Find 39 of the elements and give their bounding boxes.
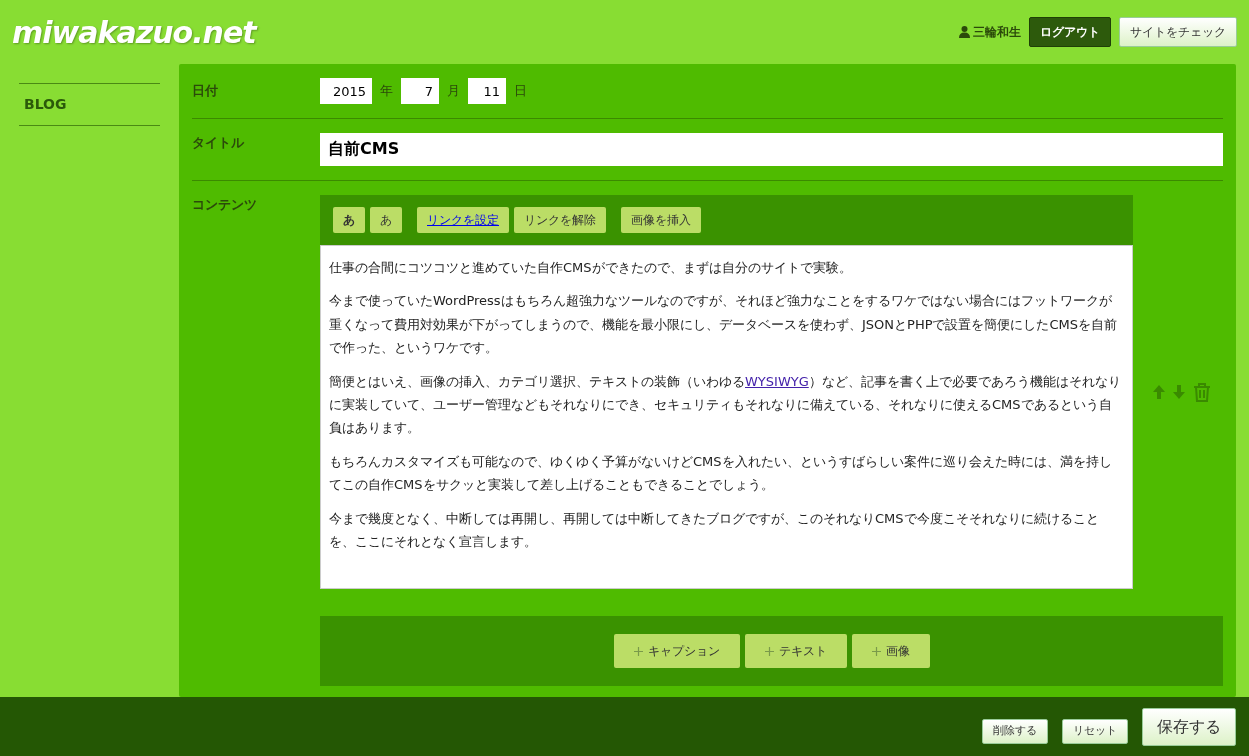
toolbar-button[interactable]: あ [370,207,402,233]
save-button[interactable]: 保存する [1142,707,1236,746]
paragraph: 簡便とはいえ、画像の挿入、カテゴリ選択、テキストの装飾（いわゆるWYSIWYG）など、記事を書く上で必要であろう機能はそれなりに実装していて、ユーザー管理などもそれなりにでき、セキュリティもそれなりに備えている、それなりに使えるCMSであるという自負はあります。 [329,372,1122,438]
plus-icon [871,646,881,656]
arrow-down-icon[interactable] [1173,385,1185,399]
content-editor[interactable] [320,245,1133,589]
logout-button[interactable]: ログアウト [1029,17,1111,47]
reset-button[interactable]: リセット [1062,719,1128,744]
unit-label: 月 [447,82,460,101]
unit-label: 日 [514,82,527,101]
field-label: コンテンツ [192,196,258,214]
unit-label: 年 [380,82,393,101]
link[interactable]: WYSIWYG [745,373,809,389]
plus-icon [633,646,643,656]
delete-button[interactable]: 削除する [982,719,1048,744]
paragraph: 今まで幾度となく、中断しては再開し、再開しては中断してきたブログですが、このそれなりCMSで今度こそそれなりに続けることを、ここにそれとなく宣言します。 [329,509,1100,551]
add-block-button[interactable]: 画像 [851,634,930,668]
paragraph: 仕事の合間にコツコツと進めていた自作CMSができたので、まずは自分のサイトで実験。 [329,259,853,277]
bold-button[interactable]: あ [333,207,365,233]
toolbar-button[interactable]: 画像を挿入 [621,207,701,233]
title-field[interactable]: 自前CMS [320,133,1223,166]
field-label: タイトル [192,134,245,152]
add-block-button[interactable]: テキスト [744,634,847,668]
month-field[interactable]: 7 [401,78,439,104]
arrow-up-icon[interactable] [1153,385,1165,399]
day-field[interactable]: 11 [468,78,506,104]
set-link-button[interactable]: リンクを設定 [417,207,509,233]
check-site-button[interactable]: サイトをチェック [1119,17,1237,47]
plus-icon [764,646,774,656]
trash-icon[interactable] [1193,382,1211,402]
add-block-button[interactable]: キャプション [613,634,740,668]
field-label: 日付 [192,82,219,101]
year-field[interactable]: 2015 [320,78,372,104]
user-name: 三輪和生 [973,24,1021,41]
toolbar-button[interactable]: リンクを解除 [514,207,606,233]
paragraph: 今まで使っていたWordPressはもちろん超強力なツールなのですが、それほど強力なことをするワケではない場合にはフットワークが重くなって費用対効果が下がってしまうので、機能を最小限にし、データベースを使わず、JSONとPHPで設置を簡便にしたCMSを自前で作った、というワケです。 [329,292,1119,358]
paragraph: もちろんカスタマイズも可能なので、ゆくゆく予算がないけどCMSを入れたい、というすばらしい案件に巡り会えた時には、満を持してこの自作CMSをサクッと実装して差し上げることもできることでしょう。 [329,452,1113,495]
sidebar-item[interactable]: BLOG [19,83,160,126]
user-icon [959,26,970,38]
